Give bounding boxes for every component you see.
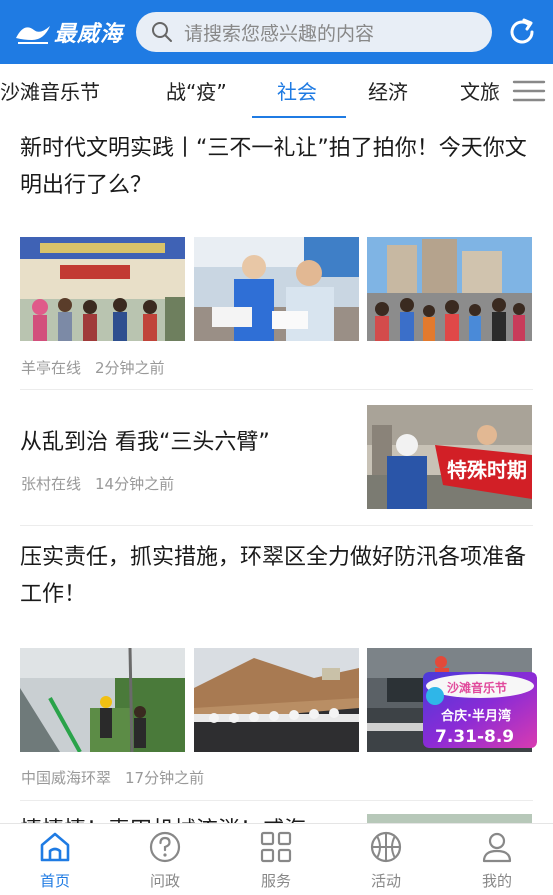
thumb-banner-text: 特殊时期 — [447, 458, 527, 482]
divider — [20, 525, 533, 526]
nav-activities[interactable]: 活动 — [341, 830, 431, 894]
nav-inquiry-label: 问政 — [149, 872, 180, 890]
promo-title: 沙滩音乐节 — [447, 680, 507, 695]
tab-epidemic[interactable]: 战“疫” — [166, 76, 227, 105]
article-thumbnail[interactable] — [194, 237, 359, 341]
article-thumbnail[interactable] — [367, 237, 532, 341]
promo-dates: 7.31-8.9 — [435, 727, 514, 747]
search-icon — [152, 22, 172, 42]
home-icon — [40, 832, 70, 862]
article-time: 2分钟之前 — [95, 359, 165, 377]
divider — [20, 389, 533, 390]
tab-beach-music-festival[interactable]: 沙滩音乐节 — [0, 76, 100, 105]
promo-location: 合庆·半月湾 — [441, 708, 511, 724]
article-meta: 羊亭在线 2分钟之前 — [21, 357, 165, 378]
nav-inquiry[interactable]: 问政 — [120, 830, 210, 894]
menu-icon[interactable] — [512, 78, 546, 104]
article-thumbnail[interactable]: 特殊时期 — [367, 405, 532, 509]
user-icon — [482, 832, 512, 863]
article-time: 17分钟之前 — [125, 769, 205, 787]
article-thumbnail[interactable] — [20, 237, 185, 341]
divider — [20, 800, 533, 801]
article-thumbnail[interactable] — [194, 648, 359, 752]
nav-activities-label: 活动 — [370, 872, 401, 890]
article-meta: 中国威海环翠 17分钟之前 — [21, 767, 204, 788]
logo-text: 最威海 — [54, 21, 124, 47]
category-tabs: 沙滩音乐节 战“疫” 社会 经济 文旅 — [0, 64, 553, 118]
refresh-icon[interactable] — [506, 16, 538, 48]
nav-profile-label: 我的 — [481, 872, 512, 890]
article-title[interactable]: 压实责任，抓实措施，环翠区全力做好防汛各项准备工作！ — [20, 539, 535, 613]
tab-society[interactable]: 社会 — [277, 76, 317, 105]
article-thumbnail[interactable] — [20, 648, 185, 752]
nav-services[interactable]: 服务 — [231, 830, 321, 894]
active-tab-indicator — [252, 116, 346, 118]
question-icon — [149, 831, 181, 863]
grid-icon — [260, 831, 292, 863]
app-logo[interactable]: 最威海 — [14, 14, 124, 50]
article-title[interactable]: 从乱到治 看我“三头六臂” — [20, 424, 350, 461]
article-title[interactable]: 新时代文明实践丨“三不一礼让”拍了拍你！今天你文明出行了么？ — [20, 130, 535, 204]
article-source: 张村在线 — [21, 475, 82, 493]
tab-economy[interactable]: 经济 — [368, 76, 408, 105]
bottom-navigation: 首页 问政 服务 活动 我的 — [0, 823, 553, 895]
search-placeholder: 请搜索您感兴趣的内容 — [184, 22, 375, 45]
app-header: 最威海 请搜索您感兴趣的内容 — [0, 0, 553, 64]
article-source: 中国威海环翠 — [21, 769, 112, 787]
nav-profile[interactable]: 我的 — [452, 830, 542, 894]
search-bar[interactable]: 请搜索您感兴趣的内容 — [136, 12, 492, 52]
nav-services-label: 服务 — [260, 872, 291, 890]
article-meta: 张村在线 14分钟之前 — [21, 473, 174, 494]
nav-home-label: 首页 — [39, 872, 70, 890]
article-time: 14分钟之前 — [95, 475, 175, 493]
article-source: 羊亭在线 — [21, 359, 82, 377]
music-festival-promo[interactable]: 沙滩音乐节 合庆·半月湾 7.31-8.9 — [423, 672, 537, 748]
logo-wave-icon — [16, 26, 50, 44]
basketball-icon — [370, 831, 402, 863]
nav-home[interactable]: 首页 — [10, 830, 100, 894]
